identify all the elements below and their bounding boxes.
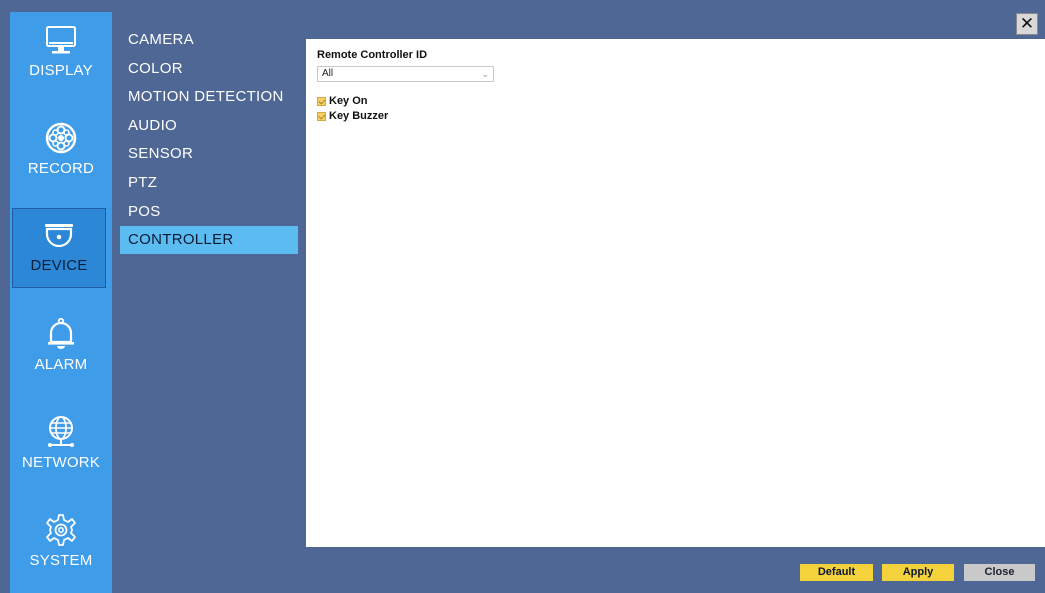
controller-settings-panel: Remote Controller ID All ⌄ Key On Key Bu…	[306, 39, 1045, 547]
key-buzzer-option[interactable]: Key Buzzer	[317, 109, 388, 123]
rail-item-device[interactable]: DEVICE	[12, 208, 106, 288]
close-window-button[interactable]: ✕	[1016, 13, 1038, 35]
remote-controller-id-value: All	[322, 68, 334, 79]
rail-item-label: SYSTEM	[29, 552, 93, 569]
chevron-down-icon: ⌄	[481, 69, 489, 79]
bell-icon	[48, 317, 74, 349]
key-on-checkbox[interactable]	[317, 96, 326, 106]
rail-item-record[interactable]: RECORD	[10, 112, 112, 192]
key-buzzer-checkbox[interactable]	[317, 111, 326, 121]
rail-item-label: DISPLAY	[29, 62, 93, 79]
device-submenu: CAMERA COLOR MOTION DETECTION AUDIO SENS…	[120, 26, 298, 255]
submenu-item-color[interactable]: COLOR	[120, 55, 298, 83]
globe-icon	[48, 416, 74, 447]
film-reel-icon	[45, 122, 77, 154]
rail-item-label: DEVICE	[30, 257, 88, 274]
submenu-item-sensor[interactable]: SENSOR	[120, 140, 298, 168]
key-buzzer-label: Key Buzzer	[329, 110, 389, 122]
key-on-label: Key On	[329, 95, 368, 107]
remote-controller-id-select[interactable]: All ⌄	[317, 66, 494, 82]
dome-camera-icon	[45, 224, 73, 248]
submenu-item-motion-detection[interactable]: MOTION DETECTION	[120, 83, 298, 111]
settings-window: DISPLAY RECORD DEVICE ALARM NETWORK SYST…	[0, 0, 1045, 593]
submenu-item-camera[interactable]: CAMERA	[120, 26, 298, 54]
submenu-item-pos[interactable]: POS	[120, 198, 298, 226]
rail-item-label: RECORD	[27, 160, 95, 177]
apply-button[interactable]: Apply	[882, 564, 954, 581]
monitor-icon	[46, 26, 76, 54]
default-button[interactable]: Default	[800, 564, 873, 581]
rail-item-label: NETWORK	[21, 454, 101, 471]
submenu-item-ptz[interactable]: PTZ	[120, 169, 298, 197]
rail-item-alarm[interactable]: ALARM	[10, 308, 112, 388]
submenu-item-controller[interactable]: CONTROLLER	[120, 226, 298, 255]
remote-controller-id-label: Remote Controller ID	[317, 49, 428, 61]
submenu-item-audio[interactable]: AUDIO	[120, 112, 298, 140]
main-category-rail: DISPLAY RECORD DEVICE ALARM NETWORK SYST…	[10, 12, 112, 593]
close-button[interactable]: Close	[964, 564, 1035, 581]
rail-item-label: ALARM	[34, 356, 88, 373]
rail-item-display[interactable]: DISPLAY	[10, 14, 112, 94]
rail-item-system[interactable]: SYSTEM	[10, 504, 112, 584]
rail-item-network[interactable]: NETWORK	[10, 406, 112, 486]
key-on-option[interactable]: Key On	[317, 94, 368, 108]
gear-icon	[46, 514, 76, 546]
close-icon: ✕	[1019, 14, 1035, 34]
